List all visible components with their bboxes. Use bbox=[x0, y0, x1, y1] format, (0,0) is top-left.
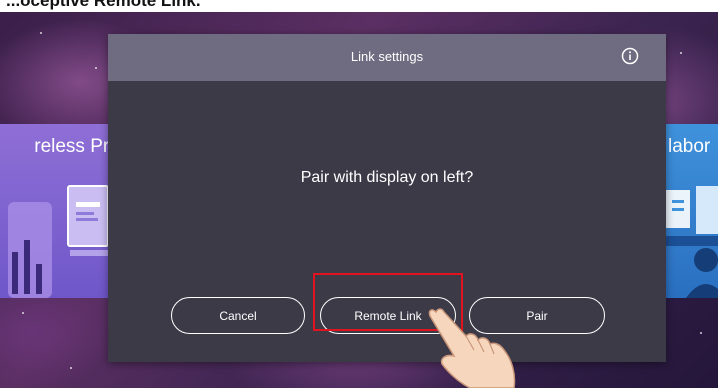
dialog-header: Link settings bbox=[108, 34, 666, 81]
dialog-title: Link settings bbox=[350, 49, 424, 64]
caption-strip: ...oceptive Remote Link. bbox=[0, 0, 718, 12]
cancel-button[interactable]: Cancel bbox=[171, 297, 305, 334]
dialog-message: Pair with display on left? bbox=[300, 169, 474, 186]
display-screen: reless Proj labor Link settings Pair wit… bbox=[0, 12, 718, 388]
star bbox=[700, 332, 702, 334]
star bbox=[40, 32, 42, 34]
star bbox=[95, 67, 97, 69]
info-icon[interactable] bbox=[621, 47, 639, 65]
star bbox=[680, 52, 682, 54]
star bbox=[22, 312, 24, 314]
caption-text: ...oceptive Remote Link. bbox=[6, 0, 201, 10]
pointing-hand-icon bbox=[428, 308, 516, 388]
star bbox=[70, 367, 72, 369]
